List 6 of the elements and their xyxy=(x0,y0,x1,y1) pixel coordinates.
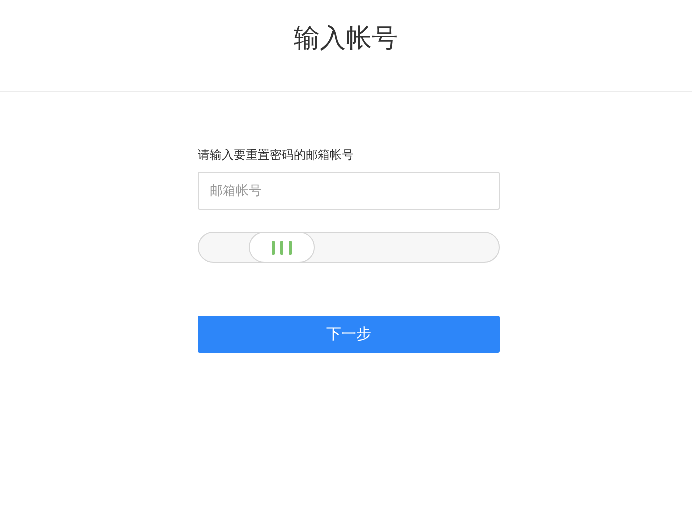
slider-handle[interactable] xyxy=(248,232,315,263)
email-field[interactable]: 邮箱帐号 xyxy=(198,172,500,210)
page-title: 输入帐号 xyxy=(294,23,398,56)
grip-icon xyxy=(270,240,293,254)
next-button[interactable]: 下一步 xyxy=(198,316,500,353)
field-label: 请输入要重置密码的邮箱帐号 xyxy=(198,147,355,163)
